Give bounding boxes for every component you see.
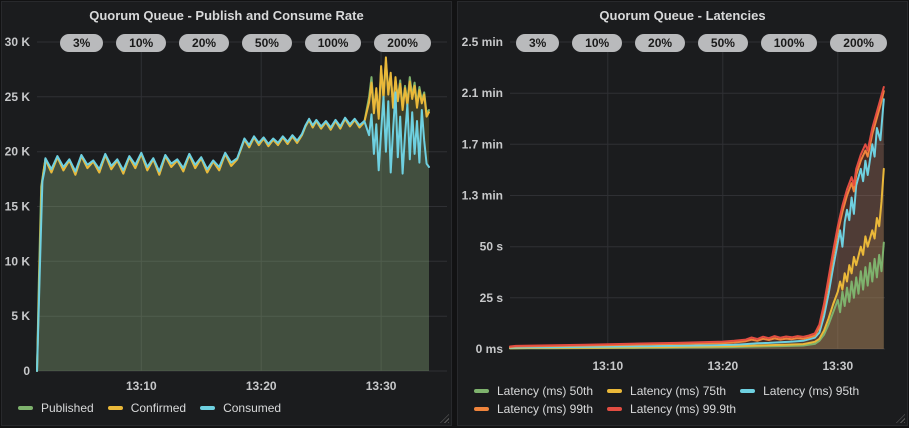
x-tick-label: 13:30 [822,359,853,373]
annotation-pill[interactable]: 100% [305,34,362,52]
series-color-swatch [200,406,215,410]
legend: Latency (ms) 50th Latency (ms) 75th Latenc… [474,384,909,416]
time-series-plot[interactable]: 30 K 25 K 20 K 15 K 10 K 5 K 0 13:10 13:20 13:30 [2,2,453,427]
legend-item-published[interactable]: Published [18,401,94,415]
series-color-swatch [474,407,489,411]
panel-publish-consume-rate: Quorum Queue - Publish and Consume Rate … [1,1,452,426]
y-tick-label: 30 K [5,35,31,49]
x-tick-label: 13:10 [126,379,157,393]
annotation-pill[interactable]: 200% [830,34,887,52]
series-color-swatch [607,389,622,393]
y-tick-label: 0 [23,364,30,378]
series-color-swatch [108,406,123,410]
legend-label: Latency (ms) 99th [497,402,593,416]
x-tick-label: 13:10 [592,359,623,373]
annotation-pill[interactable]: 20% [635,34,685,52]
y-tick-label: 10 K [5,254,31,268]
series-area-latency-ms-99.9th [510,87,884,349]
series-color-swatch [474,389,489,393]
series-color-swatch [740,389,755,393]
annotation-row: 3% 10% 20% 50% 100% 200% [60,34,431,52]
legend-label: Latency (ms) 95th [763,384,859,398]
y-tick-label: 2.5 min [462,35,503,49]
y-tick-label: 50 s [480,240,504,254]
x-tick-label: 13:20 [246,379,277,393]
annotation-pill[interactable]: 50% [242,34,292,52]
legend-label: Confirmed [131,401,186,415]
legend-label: Latency (ms) 99.9th [630,402,736,416]
legend-item-consumed[interactable]: Consumed [200,401,281,415]
y-tick-label: 5 K [11,309,30,323]
y-tick-label: 2.1 min [462,86,503,100]
annotation-pill[interactable]: 10% [572,34,622,52]
time-series-plot[interactable]: 2.5 min 2.1 min 1.7 min 1.3 min 50 s 25 s 0 ms… [458,2,909,427]
annotation-pill[interactable]: 3% [60,34,103,52]
annotation-pill[interactable]: 3% [516,34,559,52]
legend-label: Consumed [223,401,281,415]
y-tick-label: 0 ms [476,342,504,356]
legend: Published Confirmed Consumed [18,401,295,415]
x-tick-label: 13:30 [366,379,397,393]
legend-item-confirmed[interactable]: Confirmed [108,401,186,415]
legend-label: Latency (ms) 50th [497,384,593,398]
annotation-row: 3% 10% 20% 50% 100% 200% [516,34,887,52]
y-tick-label: 25 K [5,90,31,104]
legend-item-latency-ms-99.9th[interactable]: Latency (ms) 99.9th [607,402,736,416]
legend-item-latency-ms-95th[interactable]: Latency (ms) 95th [740,384,859,398]
legend-item-latency-ms-75th[interactable]: Latency (ms) 75th [607,384,726,398]
legend-label: Latency (ms) 75th [630,384,726,398]
annotation-pill[interactable]: 200% [374,34,431,52]
panel-latencies: Quorum Queue - Latencies 3%10%20%50%100%… [457,1,908,426]
y-tick-label: 25 s [480,291,504,305]
y-tick-label: 20 K [5,145,31,159]
y-tick-label: 1.7 min [462,137,503,151]
annotation-pill[interactable]: 50% [698,34,748,52]
annotation-pill[interactable]: 10% [116,34,166,52]
y-tick-label: 1.3 min [462,189,503,203]
legend-item-latency-ms-99th[interactable]: Latency (ms) 99th [474,402,593,416]
legend-label: Published [41,401,94,415]
series-color-swatch [607,407,622,411]
y-tick-label: 15 K [5,200,31,214]
annotation-pill[interactable]: 100% [761,34,818,52]
series-color-swatch [18,406,33,410]
x-tick-label: 13:20 [707,359,738,373]
annotation-pill[interactable]: 20% [179,34,229,52]
legend-item-latency-ms-50th[interactable]: Latency (ms) 50th [474,384,593,398]
